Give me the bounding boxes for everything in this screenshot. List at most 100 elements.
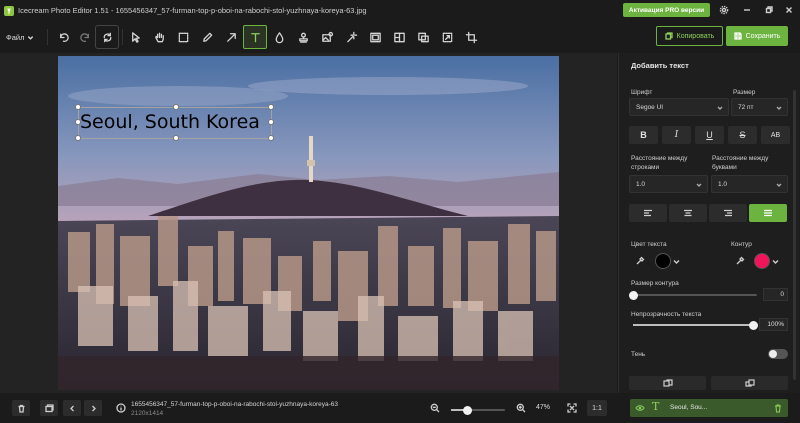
resize-handle[interactable] — [268, 135, 274, 141]
actual-size-button[interactable]: 1:1 — [587, 400, 607, 416]
eyedropper-icon[interactable] — [733, 254, 747, 268]
previous-image-button[interactable] — [63, 400, 81, 416]
underline-button[interactable]: U — [695, 126, 724, 144]
stamp-icon[interactable] — [291, 25, 315, 49]
resize-handle[interactable] — [75, 119, 81, 125]
size-select-value: 72 пт — [738, 103, 754, 111]
visibility-eye-icon[interactable] — [635, 403, 645, 413]
font-select-value: Segoe UI — [636, 103, 664, 111]
resize-handle[interactable] — [75, 135, 81, 141]
line-spacing-select[interactable]: 1.0 — [629, 175, 708, 193]
overlay-text[interactable]: Seoul, South Korea — [80, 111, 260, 133]
copy-button-label: Копировать — [676, 32, 715, 40]
text-icon[interactable] — [243, 25, 267, 49]
shadow-label: Тень — [631, 351, 646, 358]
resize-handle[interactable] — [173, 135, 179, 141]
font-label: Шрифт — [631, 89, 653, 96]
effects-icon[interactable] — [315, 25, 339, 49]
layer-down-button[interactable] — [711, 376, 788, 390]
minimize-button[interactable] — [740, 3, 754, 17]
save-button-label: Сохранить — [745, 32, 781, 40]
drop-icon[interactable] — [267, 25, 291, 49]
delete-button[interactable] — [12, 400, 30, 416]
outline-color-picker[interactable] — [754, 252, 788, 270]
fit-to-screen-icon[interactable] — [565, 400, 579, 416]
settings-gear-icon[interactable] — [717, 3, 731, 17]
marquee-select-icon[interactable] — [171, 25, 195, 49]
outline-size-input[interactable]: 0 — [763, 288, 788, 301]
letter-spacing-value: 1.0 — [718, 180, 728, 188]
bold-button[interactable]: B — [629, 126, 658, 144]
size-select[interactable]: 72 пт — [731, 98, 788, 116]
pro-activation-button[interactable]: Активация PRO версии — [623, 3, 710, 17]
line-spacing-label: Расстояние между строками — [631, 155, 688, 171]
align-justify-button[interactable] — [749, 204, 787, 222]
zoom-out-icon[interactable] — [428, 400, 442, 416]
strikethrough-button[interactable]: S — [728, 126, 757, 144]
resize-handle[interactable] — [173, 104, 179, 110]
adjust-icon[interactable] — [411, 25, 435, 49]
undo-icon[interactable] — [51, 25, 75, 49]
font-select[interactable]: Segoe UI — [629, 98, 729, 116]
chevron-right-icon — [91, 405, 96, 411]
zoom-in-icon[interactable] — [514, 400, 528, 416]
close-button[interactable] — [782, 3, 796, 17]
chevron-left-icon — [69, 405, 74, 411]
chevron-down-icon — [696, 183, 702, 187]
redo-icon[interactable] — [73, 25, 97, 49]
chevron-down-icon — [776, 183, 782, 187]
collage-icon[interactable] — [387, 25, 411, 49]
trash-icon[interactable] — [773, 403, 783, 413]
align-left-icon — [644, 209, 652, 217]
gallery-button[interactable] — [40, 400, 58, 416]
next-image-button[interactable] — [84, 400, 102, 416]
magic-wand-icon[interactable] — [339, 25, 363, 49]
align-left-button[interactable] — [629, 204, 667, 222]
pen-icon[interactable] — [195, 25, 219, 49]
case-button[interactable]: AB — [761, 126, 790, 144]
resize-handle[interactable] — [75, 104, 81, 110]
zoom-slider[interactable] — [451, 405, 505, 415]
opacity-slider[interactable] — [633, 320, 758, 330]
align-center-button[interactable] — [669, 204, 707, 222]
trash-icon — [18, 404, 24, 413]
eyedropper-icon[interactable] — [633, 254, 647, 268]
resize-handle[interactable] — [268, 104, 274, 110]
align-right-button[interactable] — [709, 204, 747, 222]
layer-backward-icon — [744, 379, 755, 387]
arrow-icon[interactable] — [219, 25, 243, 49]
maximize-button[interactable] — [762, 3, 776, 17]
crop-icon[interactable] — [459, 25, 483, 49]
text-color-picker[interactable] — [655, 252, 689, 270]
copy-button[interactable]: Копировать — [656, 26, 723, 46]
chevron-down-icon — [717, 106, 723, 110]
save-button[interactable]: Сохранить — [726, 26, 788, 46]
reset-icon[interactable] — [95, 25, 119, 49]
chevron-down-icon — [28, 35, 34, 40]
select-icon[interactable] — [123, 25, 147, 49]
opacity-fill — [633, 324, 753, 326]
shadow-toggle[interactable] — [768, 349, 788, 359]
zoom-thumb[interactable] — [462, 405, 472, 415]
opacity-input[interactable]: 100% — [759, 318, 788, 331]
resize-icon[interactable] — [435, 25, 459, 49]
info-icon[interactable] — [114, 400, 128, 416]
resize-handle[interactable] — [268, 119, 274, 125]
text-selection-box[interactable]: Seoul, South Korea — [75, 104, 274, 141]
outline-size-thumb[interactable] — [628, 290, 638, 300]
layer-up-button[interactable] — [629, 376, 706, 390]
outline-size-slider[interactable] — [628, 290, 757, 300]
letter-spacing-select[interactable]: 1.0 — [711, 175, 788, 193]
panel-scrollbar[interactable] — [793, 90, 796, 380]
hand-icon[interactable] — [147, 25, 171, 49]
italic-button[interactable]: I — [662, 126, 691, 144]
outline-size-label: Размер контура — [631, 280, 679, 287]
frame-icon[interactable] — [363, 25, 387, 49]
file-menu[interactable]: Файл — [6, 30, 34, 44]
opacity-thumb[interactable] — [748, 320, 758, 330]
window-title: Icecream Photo Editor 1.51 - 1655456347_… — [18, 6, 367, 15]
layer-item[interactable]: T Seoul, Sou... — [630, 399, 788, 417]
seoul-cityscape-photo[interactable]: Seoul, South Korea — [58, 56, 559, 390]
file-name: 1655456347_57-furman-top-p-oboi-na-raboc… — [131, 401, 339, 408]
app-icon — [4, 5, 14, 16]
